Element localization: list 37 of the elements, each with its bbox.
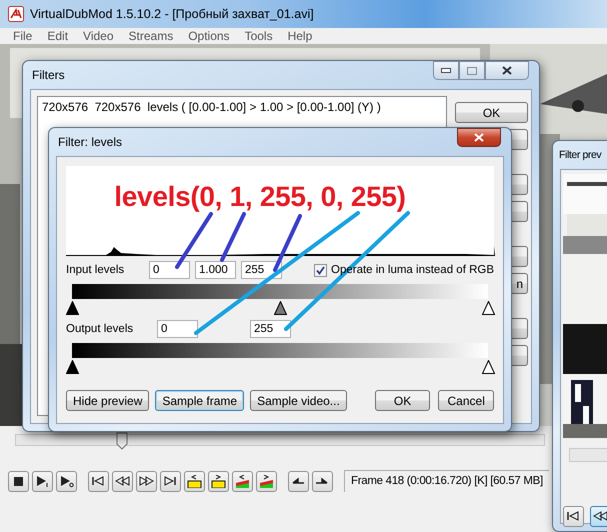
menu-item[interactable]: File [6,28,40,44]
status-field: Frame 418 (0:00:16.720) [K] [60.57 MB] [344,470,549,492]
toolbar-button[interactable] [8,470,29,492]
window-title: VirtualDubMod 1.5.10.2 - [Пробный захват_01.avi] [30,7,314,21]
toolbar-button[interactable] [288,470,309,492]
toolbar-button[interactable] [32,470,53,492]
toolbar-button[interactable] [312,470,333,492]
toolbar-button[interactable] [136,470,157,492]
skip-start-icon [566,510,581,523]
play-icon [59,474,74,488]
slider-thumb[interactable] [116,432,128,450]
rewind-icon [593,510,607,523]
toolbar-button[interactable] [88,470,109,492]
menu-item[interactable]: Edit [40,28,76,44]
rewind-icon [115,474,130,488]
toolbar-button[interactable] [160,470,181,492]
key-icon [187,474,202,488]
toolbar-button[interactable] [56,470,77,492]
scene-icon [235,474,250,488]
toolbar-button[interactable] [112,470,133,492]
toolbar-button[interactable] [184,470,205,492]
skip-end-icon [163,474,178,488]
play-icon [35,474,50,488]
skip-start-icon [91,474,106,488]
toolbar-button[interactable] [563,506,584,527]
app-icon [8,6,24,22]
menu-item[interactable]: Video [76,28,122,44]
menu-item[interactable]: Help [280,28,320,44]
scene-icon [259,474,274,488]
fast-forward-icon [139,474,154,488]
menu-item[interactable]: Options [181,28,238,44]
toolbar-button[interactable] [208,470,229,492]
toolbar-button[interactable] [590,506,607,527]
square-icon [11,474,26,488]
key-icon [211,474,226,488]
menu-item[interactable]: Streams [122,28,182,44]
menu-item[interactable]: Tools [238,28,281,44]
